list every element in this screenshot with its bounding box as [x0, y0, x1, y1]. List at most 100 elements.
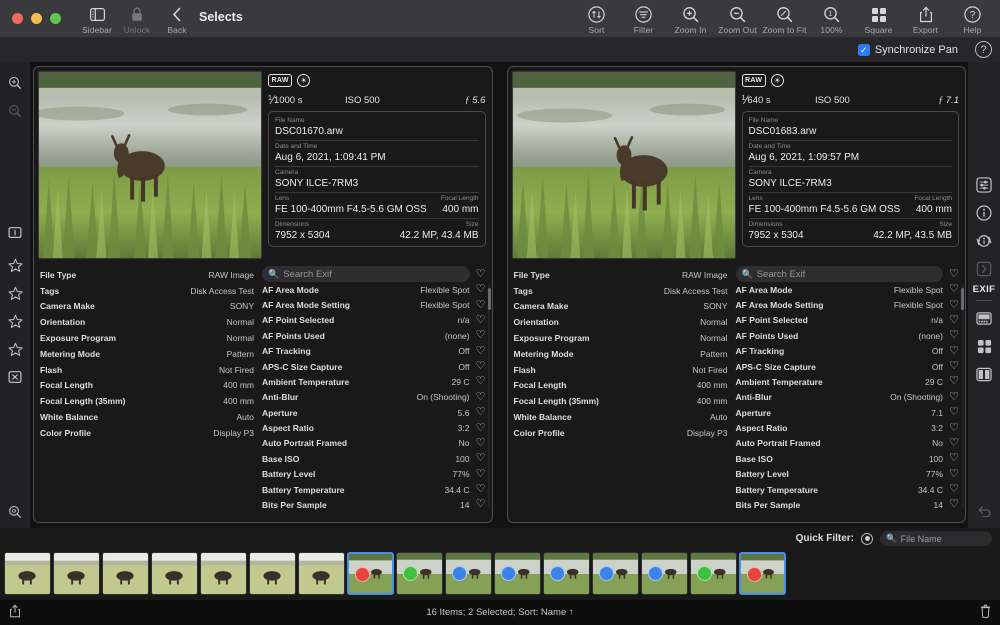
reject-icon[interactable]: [2, 364, 28, 390]
help-circle-icon[interactable]: ?: [975, 41, 992, 58]
rail-zoom-in-icon[interactable]: [2, 70, 28, 96]
filmstrip-thumbnail[interactable]: [4, 552, 51, 595]
adjust-icon[interactable]: [971, 172, 997, 198]
exif-row[interactable]: Anti-Blur On (Shooting) ♡: [736, 390, 966, 405]
favorite-heart-icon[interactable]: ♡: [948, 453, 960, 464]
synchronize-pan-checkbox[interactable]: ✓: [857, 44, 870, 56]
favorite-heart-icon[interactable]: ♡: [475, 422, 487, 434]
favorite-heart-icon[interactable]: ♡: [948, 407, 960, 418]
favorite-heart-icon[interactable]: ♡: [948, 422, 960, 434]
exif-row[interactable]: APS-C Size Capture Off ♡: [736, 359, 966, 374]
favorite-heart-icon[interactable]: ♡: [948, 376, 960, 387]
exif-row[interactable]: Bits Per Sample 14 ♡: [736, 497, 966, 512]
loupe-icon[interactable]: [2, 499, 28, 525]
favorite-heart-icon[interactable]: ♡: [475, 345, 487, 357]
filmstrip-thumbnail[interactable]: [396, 552, 443, 595]
favorite-heart-icon[interactable]: ♡: [475, 361, 487, 372]
favorite-heart-icon[interactable]: ♡: [475, 484, 487, 495]
exif-row[interactable]: Aperture 5.6 ♡: [262, 405, 492, 420]
info-rotate-icon[interactable]: [971, 228, 997, 254]
photo-preview-right[interactable]: [511, 71, 736, 259]
exif-row[interactable]: Aspect Ratio 3:2 ♡: [736, 420, 966, 435]
exif-row[interactable]: Ambient Temperature 29 C ♡: [262, 374, 492, 389]
exif-row[interactable]: Ambient Temperature 29 C ♡: [736, 374, 966, 389]
exif-row[interactable]: AF Points Used (none) ♡: [262, 328, 492, 343]
compare-pane-right[interactable]: RAW ☀ 1 ⁄ 640 s ISO 500 ƒ 7.1 File Name …: [506, 66, 966, 523]
exif-row[interactable]: Auto Portrait Framed No ♡: [262, 436, 492, 451]
help-button[interactable]: ? Help: [949, 0, 996, 35]
favorite-heart-icon[interactable]: ♡: [948, 345, 960, 357]
exif-row[interactable]: AF Area Mode Setting Flexible Spot ♡: [262, 297, 492, 312]
exif-row[interactable]: Base ISO 100 ♡: [736, 451, 966, 466]
favorite-heart-icon[interactable]: ♡: [475, 468, 487, 480]
exif-row[interactable]: Bits Per Sample 14 ♡: [262, 497, 492, 512]
info-icon[interactable]: [971, 200, 997, 226]
exif-row[interactable]: Auto Portrait Framed No ♡: [736, 436, 966, 451]
favorite-heart-icon[interactable]: ♡: [475, 299, 487, 311]
favorite-heart-icon[interactable]: ♡: [475, 453, 487, 464]
filmstrip-view-icon[interactable]: [971, 305, 997, 331]
sort-button[interactable]: Sort: [573, 0, 620, 35]
filmstrip-thumbnail[interactable]: [543, 552, 590, 595]
back-button[interactable]: Back: [157, 0, 197, 35]
export-icon[interactable]: [9, 604, 21, 621]
sidebar-button[interactable]: Sidebar: [77, 0, 117, 35]
zoom-out-button[interactable]: Zoom Out: [714, 0, 761, 35]
exif-search-input-right[interactable]: 🔍 Search Exif: [735, 266, 943, 282]
favorite-heart-icon[interactable]: ♡: [475, 391, 487, 403]
export-button[interactable]: Export: [902, 0, 949, 35]
square-button[interactable]: Square: [855, 0, 902, 35]
split-view-icon[interactable]: [971, 361, 997, 387]
favorite-heart-icon[interactable]: ♡: [948, 391, 960, 403]
favorite-heart-icon[interactable]: ♡: [475, 330, 487, 341]
exif-row[interactable]: AF Area Mode Flexible Spot ♡: [736, 282, 966, 297]
filmstrip-thumbnail[interactable]: [690, 552, 737, 595]
exif-row[interactable]: Battery Level 77% ♡: [736, 467, 966, 482]
undo-icon[interactable]: [971, 497, 997, 523]
zoom-button[interactable]: [50, 13, 61, 24]
minimize-button[interactable]: [31, 13, 42, 24]
exif-row[interactable]: Aspect Ratio 3:2 ♡: [262, 420, 492, 435]
exif-row[interactable]: Battery Level 77% ♡: [262, 467, 492, 482]
filmstrip-thumbnail[interactable]: [445, 552, 492, 595]
window-controls[interactable]: [0, 0, 61, 24]
exif-row[interactable]: Battery Temperature 34.4 C ♡: [262, 482, 492, 497]
favorite-heart-icon[interactable]: ♡: [948, 468, 960, 480]
quick-filter-search-input[interactable]: 🔍 File Name: [880, 531, 992, 546]
close-button[interactable]: [12, 13, 23, 24]
synchronize-pan-toggle[interactable]: ✓ Synchronize Pan: [857, 44, 958, 56]
favorite-heart-icon[interactable]: ♡: [948, 361, 960, 372]
exif-row[interactable]: AF Tracking Off ♡: [736, 344, 966, 359]
exif-row[interactable]: Battery Temperature 34.4 C ♡: [736, 482, 966, 497]
exif-row[interactable]: AF Tracking Off ♡: [262, 344, 492, 359]
exif-row[interactable]: AF Point Selected n/a ♡: [736, 313, 966, 328]
filmstrip-thumbnail[interactable]: [347, 552, 394, 595]
filmstrip-thumbnail[interactable]: [151, 552, 198, 595]
exif-scroll-track-left[interactable]: [488, 285, 490, 507]
exif-row[interactable]: AF Point Selected n/a ♡: [262, 313, 492, 328]
rail-zoom-out-icon[interactable]: [2, 98, 28, 124]
favorite-heart-icon[interactable]: ♡: [475, 376, 487, 387]
star-icon-4[interactable]: [2, 336, 28, 362]
exif-row[interactable]: Anti-Blur On (Shooting) ♡: [262, 390, 492, 405]
grid-view-icon[interactable]: [971, 333, 997, 359]
exif-row[interactable]: AF Area Mode Flexible Spot ♡: [262, 282, 492, 297]
compare-pane-left[interactable]: RAW ☀ 1 ⁄ 1000 s ISO 500 ƒ 5.6 File Name…: [33, 66, 493, 523]
favorite-heart-icon[interactable]: ♡: [948, 499, 960, 510]
filter-button[interactable]: Filter: [620, 0, 667, 35]
exif-row[interactable]: APS-C Size Capture Off ♡: [262, 359, 492, 374]
exif-scrollbar-right[interactable]: [961, 288, 964, 310]
zoom-100-button[interactable]: 1 100%: [808, 0, 855, 35]
filmstrip-thumbnail[interactable]: [641, 552, 688, 595]
favorite-heart-icon[interactable]: ♡: [948, 299, 960, 311]
trash-icon[interactable]: [980, 604, 991, 621]
exif-scroll-track-right[interactable]: [961, 285, 964, 507]
exif-row[interactable]: AF Points Used (none) ♡: [736, 328, 966, 343]
favorite-heart-icon[interactable]: ♡: [475, 407, 487, 418]
filmstrip-thumbnail[interactable]: [494, 552, 541, 595]
star-icon-3[interactable]: [2, 308, 28, 334]
zoom-in-button[interactable]: Zoom In: [667, 0, 714, 35]
filmstrip-thumbnail[interactable]: [53, 552, 100, 595]
filmstrip-thumbnail[interactable]: [298, 552, 345, 595]
favorite-heart-icon[interactable]: ♡: [475, 499, 487, 510]
